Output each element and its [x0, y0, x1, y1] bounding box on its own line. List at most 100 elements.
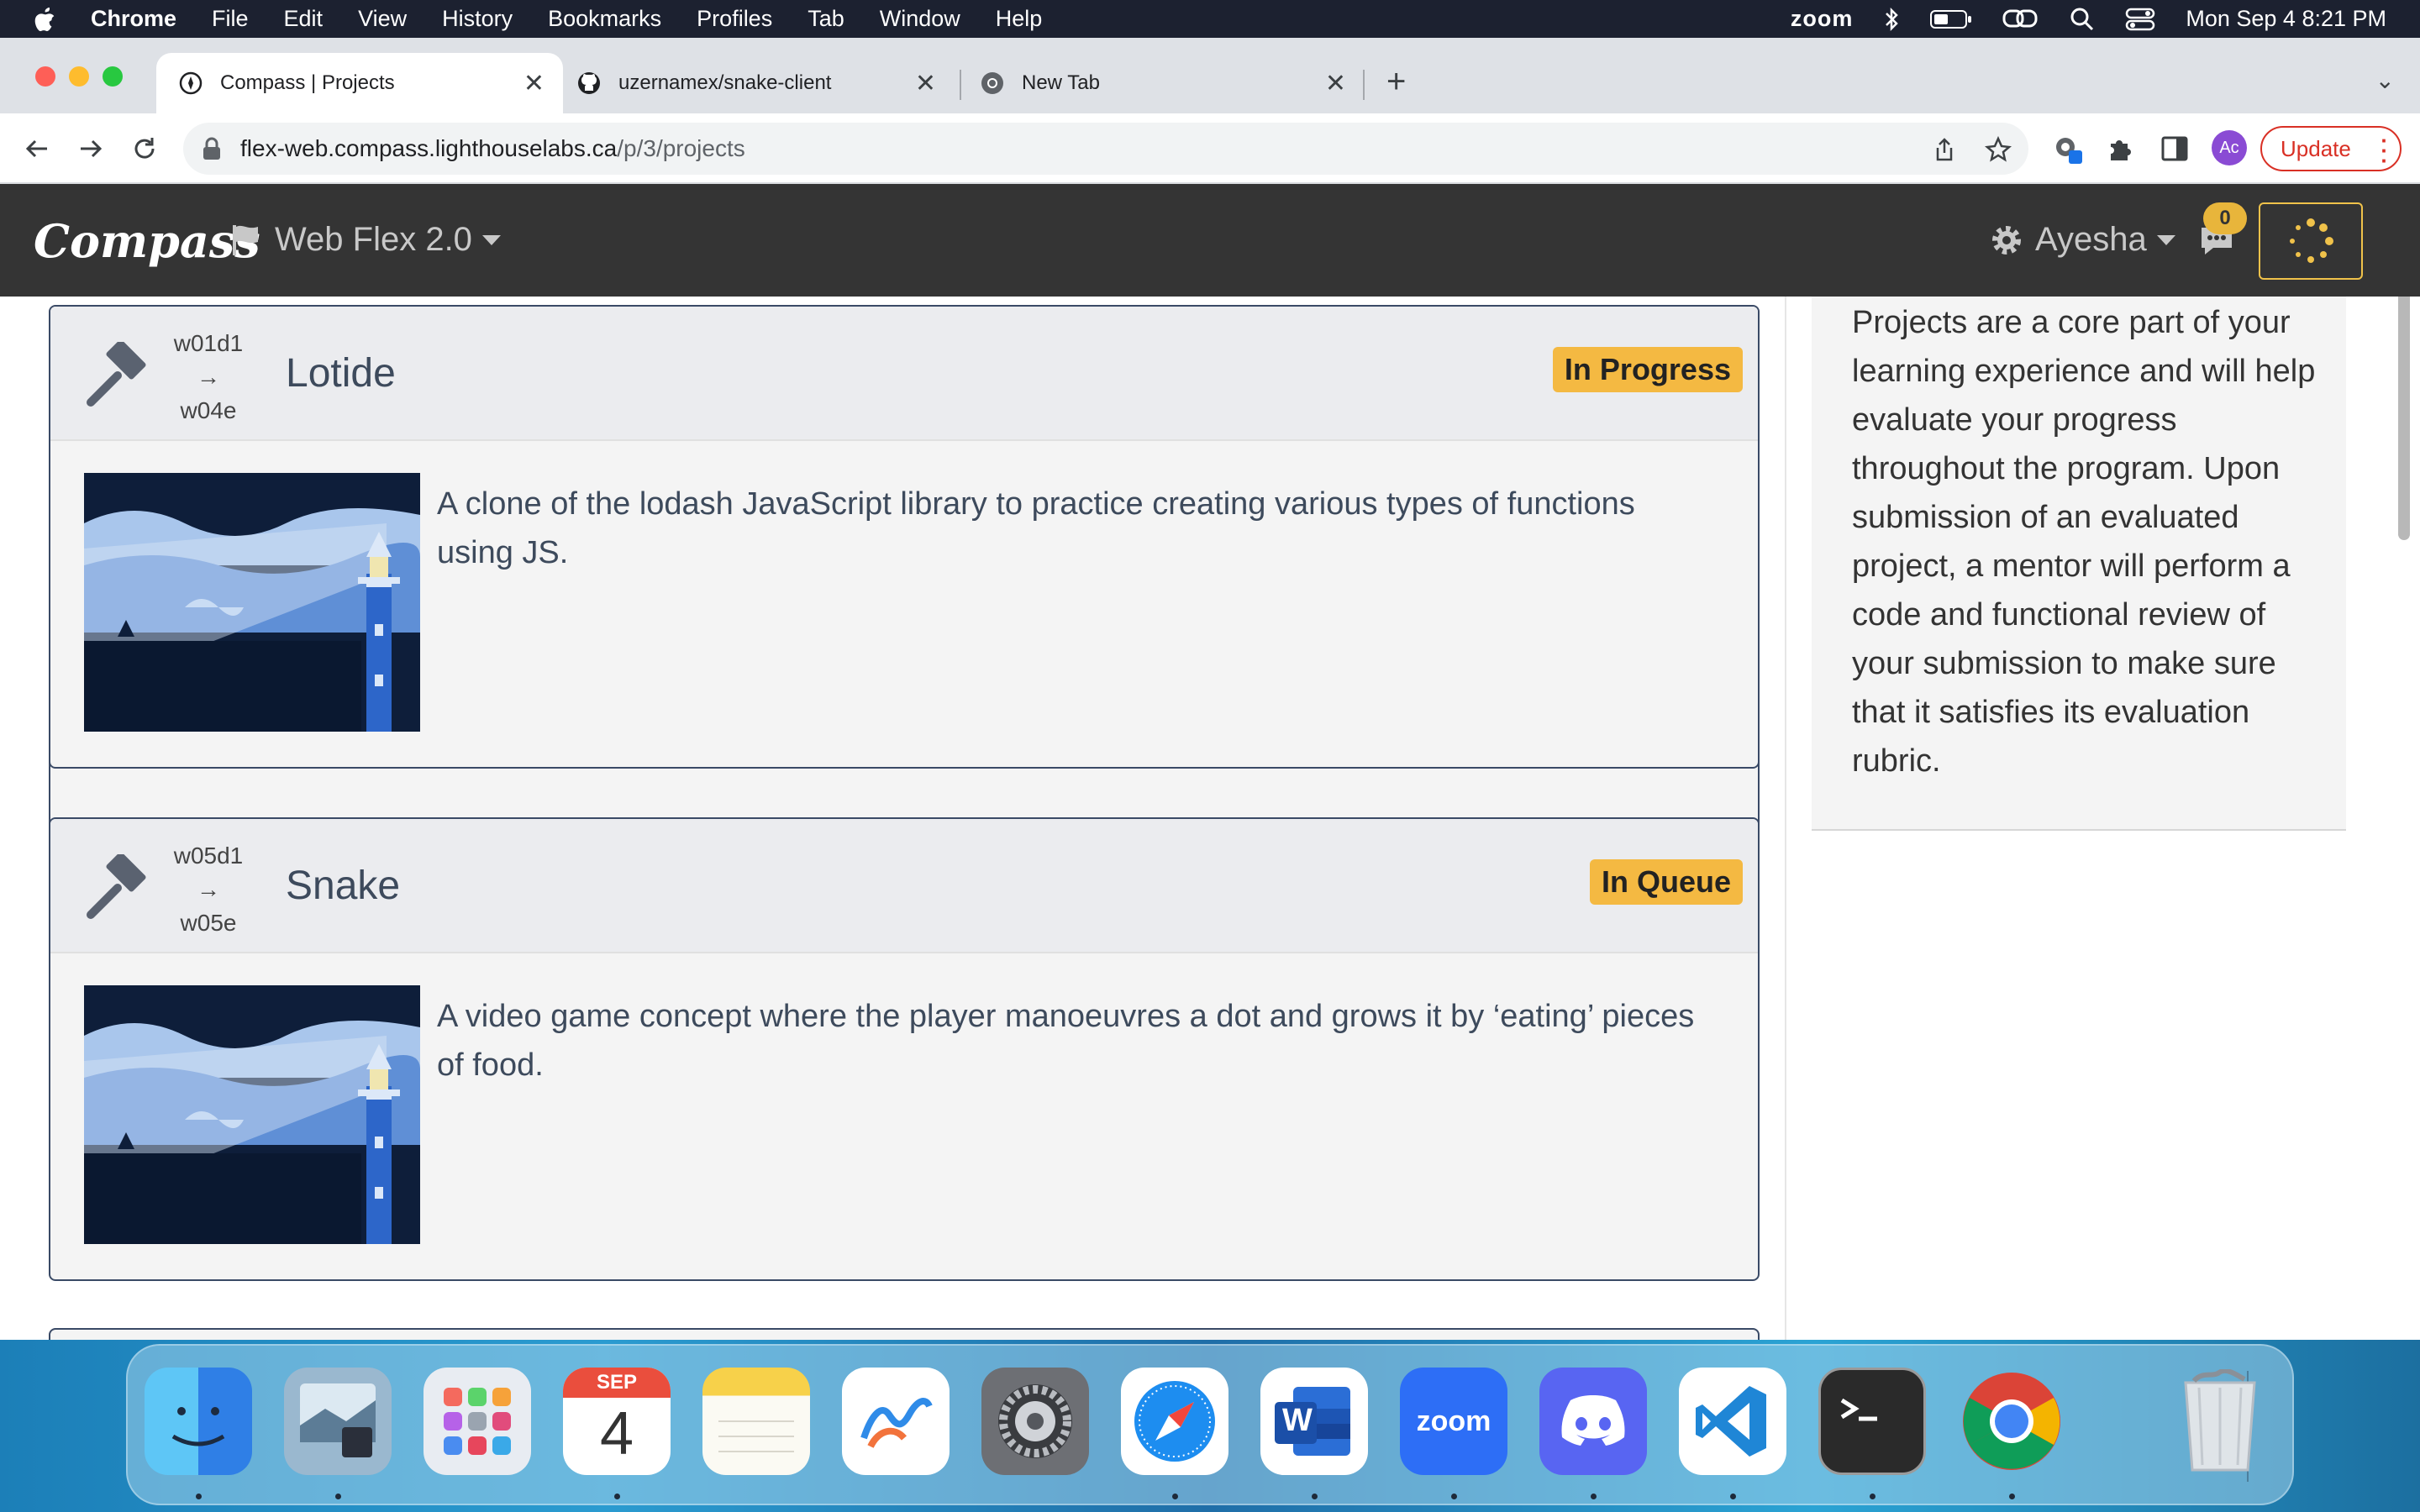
- project-description: A clone of the lodash JavaScript library…: [437, 486, 1635, 570]
- update-button[interactable]: Update · · ·: [2260, 126, 2402, 171]
- status-badge: In Progress: [1552, 347, 1743, 392]
- forward-arrow-icon: [81, 139, 103, 158]
- project-title[interactable]: Snake: [286, 863, 400, 909]
- menu-tab[interactable]: Tab: [808, 6, 844, 32]
- reload-icon: [134, 138, 155, 159]
- github-icon: [578, 72, 600, 94]
- running-indicator: [335, 1494, 341, 1499]
- extensions-puzzle-icon[interactable]: [2106, 134, 2136, 164]
- running-indicator: [2009, 1494, 2015, 1499]
- menu-history[interactable]: History: [442, 6, 513, 32]
- project-week-range: w01d1 → w04e: [166, 327, 250, 428]
- menu-profiles[interactable]: Profiles: [697, 6, 772, 32]
- project-card-next[interactable]: [49, 1328, 1760, 1340]
- menu-app-name[interactable]: Chrome: [91, 6, 176, 32]
- close-tab-icon[interactable]: ✕: [1325, 69, 1346, 98]
- cohort-name: Web Flex 2.0: [275, 221, 472, 258]
- address-bar[interactable]: flex-web.compass.lighthouselabs.ca/p/3/p…: [183, 123, 2028, 175]
- macos-dock: SEP 4 W zoom: [126, 1344, 2294, 1505]
- safari-icon[interactable]: [1121, 1368, 1228, 1475]
- menubar-clock[interactable]: Mon Sep 4 8:21 PM: [2186, 6, 2386, 32]
- compass-logo[interactable]: Compass: [34, 214, 260, 268]
- window-zoom-button[interactable]: [103, 66, 123, 87]
- discord-icon[interactable]: [1539, 1368, 1647, 1475]
- kebab-menu-icon[interactable]: · · ·: [2381, 129, 2388, 171]
- queue-status-button[interactable]: [2259, 202, 2363, 280]
- lock-icon[interactable]: [202, 137, 222, 160]
- tab-compass-projects[interactable]: Compass | Projects ✕: [156, 53, 563, 113]
- finder-icon[interactable]: [145, 1368, 252, 1475]
- end-week: w05e: [180, 910, 237, 936]
- tab-github-snake-client[interactable]: uzernamex/snake-client ✕: [555, 53, 955, 113]
- apple-logo-icon[interactable]: [32, 6, 57, 33]
- notes-icon[interactable]: [702, 1368, 810, 1475]
- profile-avatar[interactable]: Ac: [2212, 130, 2247, 165]
- tab-search-chevron-icon[interactable]: ⌄: [2375, 66, 2395, 94]
- calendar-month: SEP: [563, 1368, 671, 1398]
- chrome-app-icon[interactable]: [1958, 1368, 2065, 1475]
- menu-window[interactable]: Window: [880, 6, 960, 32]
- arrow-right-icon: →: [197, 364, 220, 390]
- tab-separator: [1363, 70, 1365, 100]
- screen-mirroring-icon[interactable]: [2002, 8, 2039, 31]
- extension-icon[interactable]: [2052, 134, 2082, 164]
- menu-edit[interactable]: Edit: [284, 6, 324, 32]
- menu-view[interactable]: View: [358, 6, 407, 32]
- microsoft-word-icon[interactable]: W: [1260, 1368, 1368, 1475]
- tab-title: Compass | Projects: [220, 71, 395, 94]
- menu-help[interactable]: Help: [996, 6, 1043, 32]
- bookmark-star-icon[interactable]: [1985, 136, 2012, 163]
- browser-tab-strip: Compass | Projects ✕ uzernamex/snake-cli…: [0, 38, 2420, 113]
- projects-info-panel: Projects are a core part of your learnin…: [1812, 297, 2346, 831]
- caret-down-icon: [481, 234, 501, 245]
- tab-new-tab[interactable]: New Tab ✕: [958, 53, 1365, 113]
- launchpad-icon[interactable]: [424, 1368, 531, 1475]
- close-tab-icon[interactable]: ✕: [915, 69, 936, 98]
- url-host: flex-web.compass.lighthouselabs.ca: [240, 135, 618, 161]
- projects-info-text: Projects are a core part of your learnin…: [1852, 305, 2316, 779]
- zoom-status-item[interactable]: zoom: [1791, 6, 1854, 32]
- user-menu-dropdown[interactable]: Ayesha: [1990, 221, 2175, 259]
- spotlight-search-icon[interactable]: [2070, 7, 2095, 32]
- column-divider: [1785, 297, 1786, 1340]
- project-description: A video game concept where the player ma…: [437, 999, 1695, 1083]
- project-header: w05d1 → w05e Snake In Queue: [50, 819, 1758, 953]
- gear-icon: [1992, 225, 2021, 255]
- word-letter: W: [1282, 1403, 1313, 1438]
- side-panel-icon[interactable]: [2160, 134, 2190, 164]
- running-indicator: [1870, 1494, 1876, 1499]
- freeform-icon[interactable]: [842, 1368, 950, 1475]
- window-minimize-button[interactable]: [69, 66, 89, 87]
- calendar-icon[interactable]: SEP 4: [563, 1368, 671, 1475]
- terminal-icon[interactable]: [1818, 1368, 1926, 1475]
- project-card-snake[interactable]: w05d1 → w05e Snake In Queue A video game…: [49, 817, 1760, 1281]
- zoom-app-label: zoom: [1416, 1404, 1491, 1437]
- zoom-app-icon[interactable]: zoom: [1400, 1368, 1507, 1475]
- forward-button[interactable]: [71, 129, 111, 169]
- new-tab-plus-icon[interactable]: +: [1386, 63, 1406, 101]
- share-icon[interactable]: [1931, 136, 1958, 163]
- back-button[interactable]: [17, 129, 57, 169]
- menu-bookmarks[interactable]: Bookmarks: [548, 6, 661, 32]
- caret-down-icon: [2156, 234, 2175, 245]
- reload-button[interactable]: [124, 129, 165, 169]
- battery-icon[interactable]: [1930, 8, 1972, 30]
- page-scrollbar[interactable]: [2398, 297, 2410, 540]
- preview-app-icon[interactable]: [284, 1368, 392, 1475]
- trash-icon[interactable]: [2166, 1368, 2274, 1475]
- system-settings-icon[interactable]: [981, 1368, 1089, 1475]
- back-arrow-icon: [25, 139, 47, 158]
- project-title[interactable]: Lotide: [286, 350, 396, 396]
- bluetooth-icon[interactable]: [1883, 7, 1900, 32]
- control-center-icon[interactable]: [2125, 7, 2155, 32]
- cohort-dropdown[interactable]: Web Flex 2.0: [231, 221, 501, 259]
- project-card-lotide[interactable]: w01d1 → w04e Lotide In Progress A clone …: [49, 305, 1760, 769]
- chat-count-badge: 0: [2203, 202, 2247, 234]
- gavel-icon: [87, 854, 146, 919]
- close-tab-icon[interactable]: ✕: [523, 69, 544, 98]
- window-close-button[interactable]: [35, 66, 55, 87]
- arrow-right-icon: →: [197, 876, 220, 902]
- running-indicator: [614, 1494, 620, 1499]
- menu-file[interactable]: File: [212, 6, 249, 32]
- vscode-icon[interactable]: [1679, 1368, 1786, 1475]
